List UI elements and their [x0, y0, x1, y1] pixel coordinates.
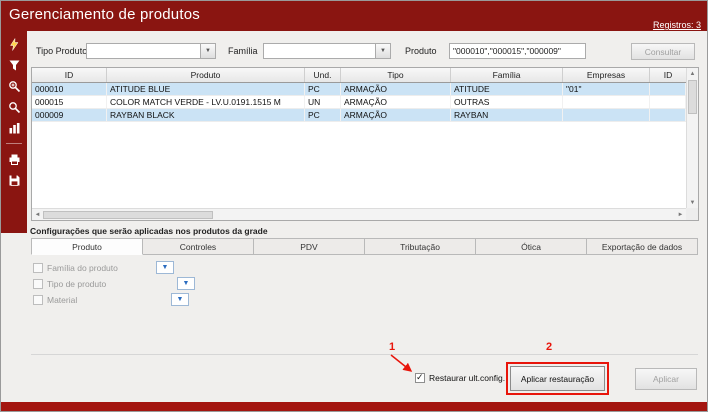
flash-icon[interactable] [5, 36, 23, 52]
tab-tributacao[interactable]: Tributação [365, 238, 476, 255]
column-header-familia[interactable]: Família [451, 68, 563, 82]
toolbar-separator [6, 143, 22, 144]
tab-pdv[interactable]: PDV [254, 238, 365, 255]
column-header-id2[interactable]: ID [650, 68, 686, 82]
chevron-down-icon[interactable]: ▼ [200, 44, 215, 58]
familia-produto-combo[interactable]: ▼ [156, 261, 174, 274]
column-header-empresas[interactable]: Empresas [563, 68, 650, 82]
filter-icon[interactable] [5, 57, 23, 73]
column-header-id[interactable]: ID [32, 68, 107, 82]
title-bar: Gerenciamento de produtos Registros: 3 [1, 1, 707, 31]
products-grid: ID Produto Und. Tipo Família Empresas ID… [31, 67, 699, 221]
search-icon[interactable] [5, 99, 23, 115]
material-checkbox[interactable] [33, 295, 43, 305]
grid-header: ID Produto Und. Tipo Família Empresas ID [32, 68, 698, 83]
table-row[interactable]: 000010 ATITUDE BLUE PC ARMAÇÃO ATITUDE "… [32, 83, 698, 96]
vertical-scrollbar[interactable]: ▲ ▼ [686, 68, 698, 208]
table-row[interactable]: 000015 COLOR MATCH VERDE - LV.U.0191.151… [32, 96, 698, 109]
hscroll-thumb[interactable] [43, 211, 213, 219]
produto-label: Produto [405, 46, 437, 56]
print-icon[interactable] [5, 151, 23, 167]
tipo-produto-label: Tipo Produto [36, 46, 87, 56]
records-count-link[interactable]: Registros: 3 [653, 20, 701, 30]
config-section-title: Configurações que serão aplicadas nos pr… [30, 226, 268, 236]
report-icon[interactable] [5, 120, 23, 136]
aplicar-restauracao-button[interactable]: Aplicar restauração [510, 366, 605, 391]
main-area: Tipo Produto ▼ Família ▼ Produto Consult… [27, 31, 708, 404]
table-row[interactable]: 000009 RAYBAN BLACK PC ARMAÇÃO RAYBAN [32, 109, 698, 122]
tab-otica[interactable]: Ótica [476, 238, 587, 255]
produto-input[interactable] [449, 43, 586, 59]
column-header-produto[interactable]: Produto [107, 68, 305, 82]
tipo-produto-field: Tipo de produto [33, 279, 106, 289]
annotation-1: 1 [389, 341, 395, 353]
familia-combo[interactable]: ▼ [263, 43, 391, 59]
tab-panel-produto [31, 255, 698, 355]
left-toolbar [1, 31, 27, 233]
tab-exportacao[interactable]: Exportação de dados [587, 238, 698, 255]
annotation-arrow-icon [385, 353, 417, 377]
scroll-down-icon[interactable]: ▼ [687, 197, 698, 208]
tipo-produto-field-label: Tipo de produto [47, 279, 106, 289]
horizontal-scrollbar[interactable]: ◄ ► [32, 208, 686, 220]
column-header-tipo[interactable]: Tipo [341, 68, 451, 82]
material-field: Material [33, 295, 77, 305]
scroll-left-icon[interactable]: ◄ [32, 209, 43, 220]
familia-label: Família [228, 46, 258, 56]
tab-produto[interactable]: Produto [31, 238, 143, 255]
tipo-produto-combo[interactable]: ▼ [86, 43, 216, 59]
bottom-strip [1, 402, 707, 411]
scroll-corner [686, 208, 698, 220]
tipo-produto-field-combo[interactable]: ▼ [177, 277, 195, 290]
vscroll-thumb[interactable] [688, 80, 697, 114]
material-combo[interactable]: ▼ [171, 293, 189, 306]
config-tabs: Produto Controles PDV Tributação Ótica E… [31, 238, 698, 255]
tipo-produto-checkbox[interactable] [33, 279, 43, 289]
restore-config-checkbox[interactable] [415, 373, 425, 383]
restore-config-label: Restaurar ult.config. [429, 373, 505, 383]
annotation-2: 2 [546, 341, 552, 353]
familia-produto-label: Família do produto [47, 263, 118, 273]
zoom-in-icon[interactable] [5, 78, 23, 94]
tab-controles[interactable]: Controles [143, 238, 254, 255]
page-title: Gerenciamento de produtos [9, 6, 200, 23]
scroll-right-icon[interactable]: ► [675, 209, 686, 220]
column-header-und[interactable]: Und. [305, 68, 341, 82]
consultar-button[interactable]: Consultar [631, 43, 695, 60]
chevron-down-icon[interactable]: ▼ [375, 44, 390, 58]
familia-produto-checkbox[interactable] [33, 263, 43, 273]
aplicar-button[interactable]: Aplicar [635, 368, 697, 390]
save-icon[interactable] [5, 172, 23, 188]
restore-config-field: Restaurar ult.config. [415, 373, 505, 383]
scroll-up-icon[interactable]: ▲ [687, 68, 698, 79]
material-label: Material [47, 295, 77, 305]
familia-produto-field: Família do produto [33, 263, 118, 273]
